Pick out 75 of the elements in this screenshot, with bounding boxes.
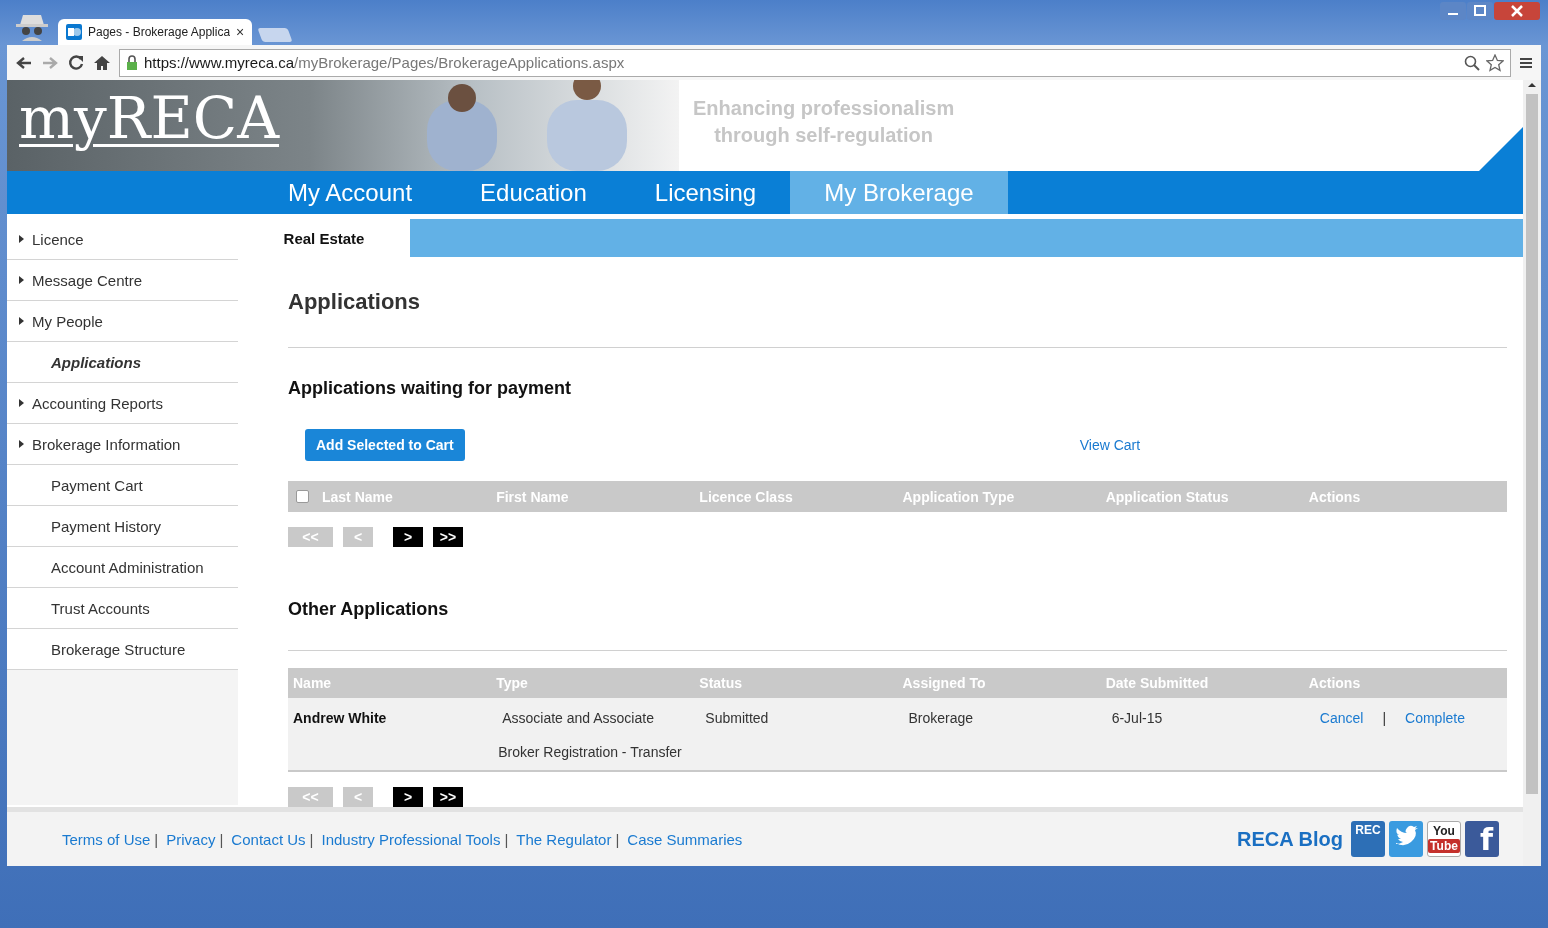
close-icon[interactable] <box>1494 2 1540 20</box>
separator: | <box>154 830 159 848</box>
separator: | <box>1381 710 1387 726</box>
social-icon[interactable]: f <box>1465 821 1499 857</box>
caret-icon <box>19 317 24 325</box>
add-to-cart-button[interactable]: Add Selected to Cart <box>305 429 465 462</box>
blog-icon[interactable]: REC <box>1351 821 1385 857</box>
maximize-icon[interactable] <box>1467 2 1493 20</box>
table-cell-text: 6-Jul-15 <box>1110 710 1164 726</box>
nav-tab[interactable]: Licensing <box>620 171 791 214</box>
view-cart-link[interactable]: View Cart <box>1079 437 1141 454</box>
video-icon[interactable]: You Tube <box>1427 821 1461 857</box>
pager-button[interactable]: > <box>393 787 423 807</box>
tab-title: Pages - Brokerage Applica <box>88 25 231 39</box>
back-icon[interactable] <box>15 54 33 71</box>
tagline: Enhancing professionalism <box>693 96 955 121</box>
sidebar-item[interactable]: Brokerage Information <box>7 424 238 465</box>
footer-link[interactable]: Industry Professional Tools <box>321 830 501 848</box>
sidebar-item[interactable]: Accounting Reports <box>7 383 238 424</box>
tagline: through self-regulation <box>713 123 935 148</box>
zoom-icon[interactable] <box>1464 54 1480 71</box>
table-cell-text: Submitted <box>704 710 770 726</box>
pager-button[interactable]: >> <box>433 787 463 807</box>
sidebar-item[interactable]: Message Centre <box>7 260 238 301</box>
footer-link[interactable]: Case Summaries <box>627 830 743 848</box>
minimize-icon[interactable] <box>1440 2 1466 20</box>
sidebar-item[interactable]: Payment History <box>7 506 238 547</box>
footer-link[interactable]: Contact Us <box>231 830 306 848</box>
caret-icon <box>19 399 24 407</box>
menu-icon[interactable] <box>1519 55 1533 70</box>
caret-icon <box>19 276 24 284</box>
sidebar-item[interactable]: Applications <box>7 342 238 383</box>
subtab[interactable]: Real Estate <box>238 219 410 258</box>
star-icon[interactable] <box>1486 53 1504 72</box>
table-cell-text: Associate and Associate <box>501 710 655 726</box>
nav-tab[interactable]: Education <box>446 171 621 214</box>
address-bar[interactable]: https://www.myreca.ca/myBrokerage/Pages/BrokerageApplications.aspx <box>119 48 1511 77</box>
site-logo[interactable]: myRECA <box>19 84 280 152</box>
footer-link[interactable]: Terms of Use <box>62 830 151 848</box>
action-link[interactable]: Cancel <box>1308 710 1364 726</box>
separator: | <box>309 830 314 848</box>
sidebar-item[interactable]: Licence <box>7 219 238 260</box>
scrollbar[interactable] <box>1523 80 1541 866</box>
sidebar-item[interactable]: My People <box>7 301 238 342</box>
table-cell-text: Andrew White <box>292 710 388 726</box>
pager-button[interactable]: > <box>393 526 423 547</box>
select-all-checkbox[interactable] <box>296 490 309 504</box>
sidebar-item[interactable]: Brokerage Structure <box>7 629 238 670</box>
pager-button[interactable]: >> <box>433 526 463 547</box>
tab-close-button[interactable]: × <box>236 24 245 40</box>
separator: | <box>219 830 224 848</box>
browser-tab[interactable]: Pages - Brokerage Applica × <box>58 19 253 45</box>
table-cell-text: Broker Registration - Transfer <box>497 744 683 760</box>
lock-icon <box>126 55 138 70</box>
scroll-thumb[interactable] <box>1526 94 1538 794</box>
action-link[interactable]: Complete <box>1394 710 1465 726</box>
caret-icon <box>19 235 24 243</box>
sidebar-item[interactable]: Payment Cart <box>7 465 238 506</box>
sidebar-item[interactable]: Account Administration <box>7 547 238 588</box>
sharepoint-icon <box>66 24 82 40</box>
section-title: Other Applications <box>288 598 450 620</box>
footer-link[interactable]: The Regulator <box>516 830 612 848</box>
sidebar-item[interactable]: Trust Accounts <box>7 588 238 629</box>
page-title: Applications <box>288 289 421 316</box>
separator: | <box>615 830 620 848</box>
nav-tab[interactable]: My Account <box>254 171 447 214</box>
bird-icon[interactable] <box>1389 821 1423 857</box>
section-title: Applications waiting for payment <box>288 378 573 400</box>
footer-link[interactable]: Privacy <box>166 830 216 848</box>
blog-link[interactable]: RECA Blog <box>1237 827 1343 851</box>
table-cell-text: Brokerage <box>907 710 975 726</box>
caret-icon <box>19 440 24 448</box>
home-icon[interactable] <box>93 53 111 72</box>
reload-icon[interactable] <box>67 53 85 72</box>
separator: | <box>504 830 509 848</box>
